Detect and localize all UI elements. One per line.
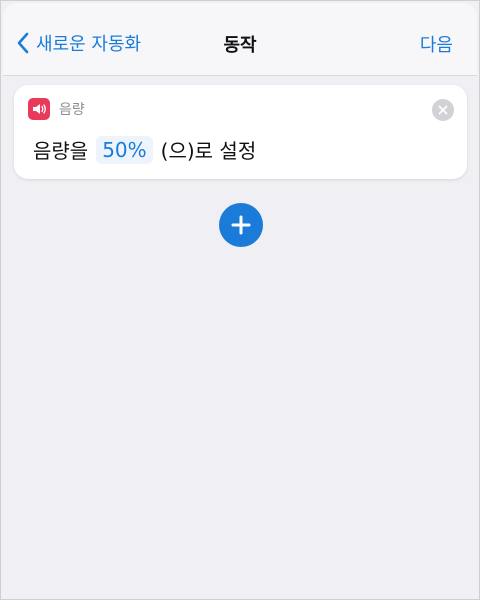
- close-icon: [438, 105, 448, 115]
- speaker-volume-icon: [28, 98, 50, 120]
- volume-value-token[interactable]: 50%: [96, 135, 153, 164]
- remove-action-button[interactable]: [432, 99, 454, 121]
- action-label: 음량: [59, 102, 85, 118]
- sentence-suffix: (으)로 설정: [160, 139, 257, 163]
- sentence-prefix: 음량을: [33, 139, 89, 163]
- page-title: 동작: [223, 35, 257, 56]
- action-sentence: 음량을 50% (으)로 설정: [33, 135, 256, 164]
- screen: 새로운 자동화 동작 다음 음량 음량을 50% (으)로 설정: [0, 0, 480, 600]
- add-action-button[interactable]: [219, 203, 263, 247]
- navigation-bar: 새로운 자동화 동작 다음: [3, 3, 477, 76]
- plus-icon: [231, 215, 251, 235]
- set-volume-action-card[interactable]: 음량 음량을 50% (으)로 설정: [14, 85, 467, 179]
- next-button[interactable]: 다음: [420, 31, 453, 57]
